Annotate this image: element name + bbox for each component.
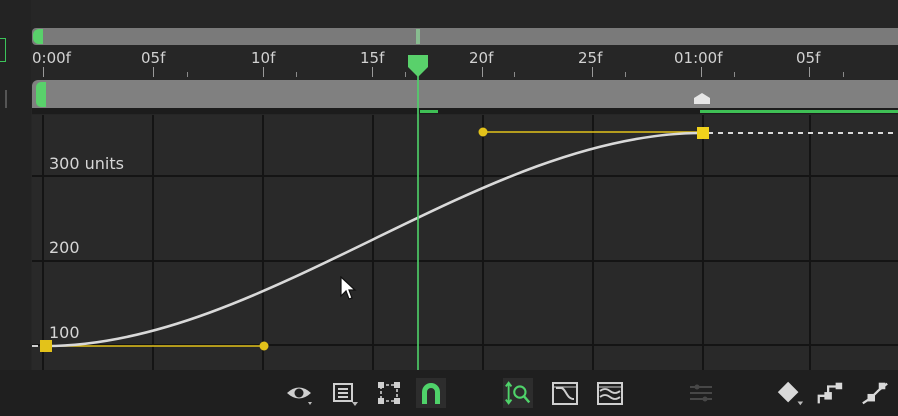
fit-all-graphs-icon bbox=[552, 382, 578, 405]
snap-magnet-icon bbox=[422, 383, 440, 404]
current-time-indicator-head[interactable] bbox=[408, 55, 428, 77]
easy-ease-icon bbox=[862, 382, 888, 405]
fit-all-button[interactable] bbox=[595, 378, 625, 408]
separate-dimensions-icon bbox=[690, 384, 712, 402]
bezier-handle-out[interactable] bbox=[259, 341, 269, 351]
snap-button[interactable] bbox=[416, 378, 446, 408]
y-axis-label: 100 bbox=[49, 323, 80, 342]
fit-selection-button[interactable] bbox=[503, 378, 533, 408]
mouse-pointer-icon bbox=[340, 276, 357, 300]
graph-overlay bbox=[32, 55, 898, 370]
graph-type-menu-icon bbox=[333, 383, 358, 406]
y-axis-label: 300 units bbox=[49, 154, 124, 173]
hold-keyframe-button[interactable] bbox=[815, 378, 845, 408]
y-axis-label: 200 bbox=[49, 238, 80, 257]
keyframe-end[interactable] bbox=[697, 127, 709, 139]
graph-editor-toolbar bbox=[0, 370, 898, 416]
transform-box-icon bbox=[378, 382, 400, 404]
fit-all-icon bbox=[597, 382, 623, 405]
keyframe-diamond-icon bbox=[777, 381, 804, 406]
show-properties-button[interactable] bbox=[284, 378, 314, 408]
graph-type-button[interactable] bbox=[330, 378, 360, 408]
separate-dimensions-button[interactable] bbox=[686, 378, 716, 408]
value-curve[interactable] bbox=[45, 131, 704, 348]
work-area-end-marker[interactable] bbox=[694, 93, 710, 104]
eye-icon bbox=[287, 387, 312, 405]
keyframe-button[interactable] bbox=[775, 378, 805, 408]
transform-box-button[interactable] bbox=[374, 378, 404, 408]
fit-all-graphs-button[interactable] bbox=[550, 378, 580, 408]
fit-selection-icon bbox=[505, 381, 531, 405]
easy-ease-button[interactable] bbox=[860, 378, 890, 408]
hold-keyframe-icon bbox=[817, 382, 843, 404]
bezier-handle-in[interactable] bbox=[478, 127, 488, 137]
